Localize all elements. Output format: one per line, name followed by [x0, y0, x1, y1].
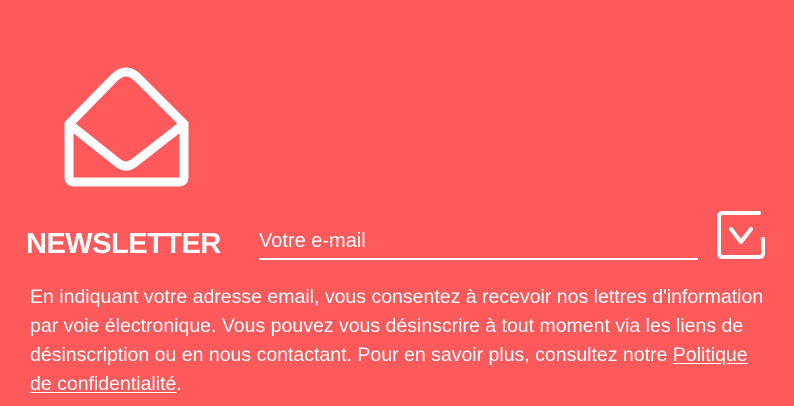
- email-field-wrapper: [259, 226, 698, 260]
- newsletter-panel: NEWSLETTER En indiquant votre adresse em…: [0, 0, 794, 406]
- check-icon: [717, 211, 765, 259]
- email-input[interactable]: [259, 226, 698, 256]
- open-envelope-icon: [64, 67, 189, 187]
- submit-button[interactable]: [715, 209, 767, 261]
- legal-end: .: [176, 373, 182, 395]
- newsletter-title: NEWSLETTER: [26, 228, 221, 260]
- legal-notice: En indiquant votre adresse email, vous c…: [30, 283, 770, 399]
- legal-text: En indiquant votre adresse email, vous c…: [30, 286, 764, 366]
